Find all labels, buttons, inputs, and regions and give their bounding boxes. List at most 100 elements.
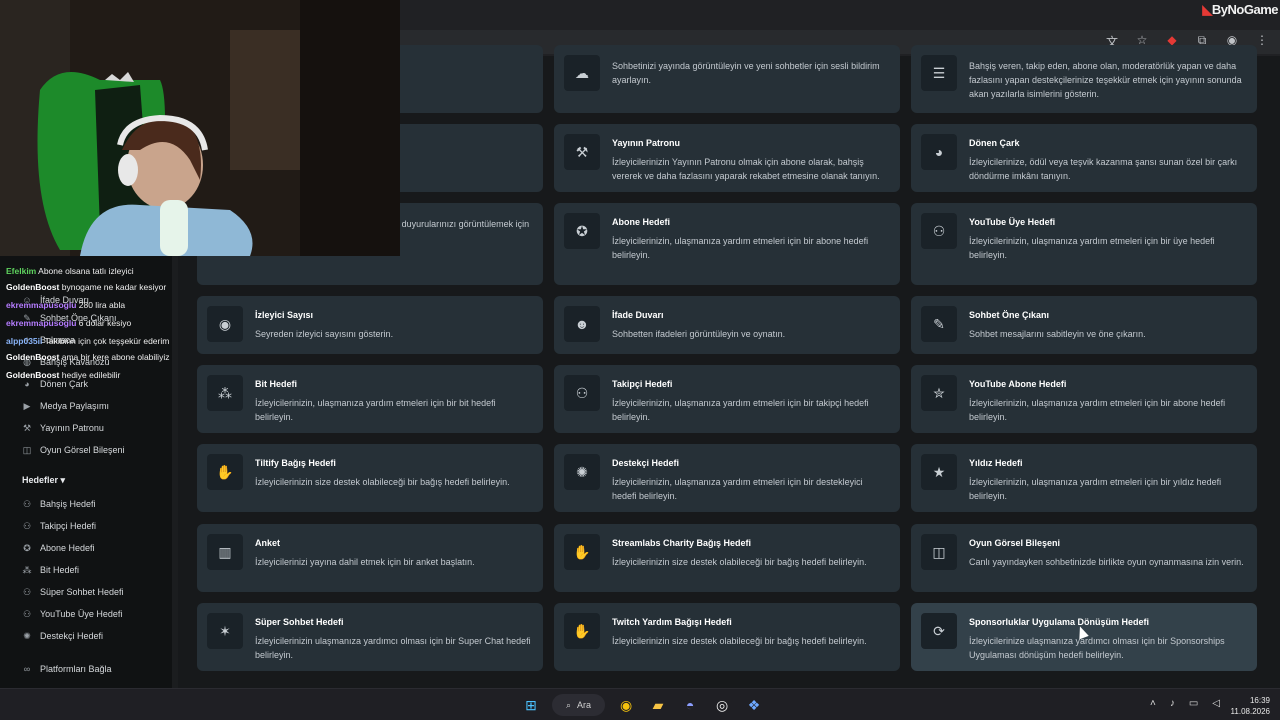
widget-card[interactable]: ✋ Twitch Yardım Bağışı Hedefi İzleyicileri… — [554, 603, 900, 671]
member-icon: ⚇ — [22, 609, 32, 619]
chat-username: GoldenBoost — [6, 352, 60, 362]
widget-card[interactable]: ✋ Tiltify Bağış Hedefi İzleyicilerinizin s… — [197, 444, 543, 512]
bits-icon: ⁂ — [22, 565, 32, 575]
superchat-icon: ⚇ — [22, 587, 32, 597]
widget-card[interactable]: ✮ YouTube Abone Hedefi İzleyicilerinizin, … — [911, 365, 1257, 433]
chat-message: GoldenBoost hediye edilebilir — [6, 370, 120, 380]
network-icon[interactable]: ▭ — [1189, 698, 1198, 709]
widget-card[interactable]: ⁂ Bit Hedefi İzleyicilerinizin, ulaşmanıza… — [197, 365, 543, 433]
hammer-icon: ⚒ — [564, 134, 600, 170]
emoji-icon: ☻ — [564, 306, 600, 342]
widget-card-title: YouTube Abone Hedefi — [969, 379, 1067, 389]
taskbar-apps: ⊞ ⌕ Ara ◉ ▰ ◓ ◎ ❖ — [520, 694, 765, 716]
sync-icon: ⟳ — [921, 613, 957, 649]
widget-card-title: İfade Duvarı — [612, 310, 664, 320]
sidebar-section-goals[interactable]: Hedefler ▾ — [22, 475, 65, 486]
widget-card-title: Takipçi Hedefi — [612, 379, 673, 389]
chat-text: Abone olsana tatlı izleyici — [38, 266, 134, 276]
sidebar-item-stream-boss[interactable]: ⚒ Yayının Patronu — [22, 423, 104, 433]
webcam-feed-image — [0, 0, 400, 256]
widget-card-title: Bit Hedefi — [255, 379, 298, 389]
chrome-icon[interactable]: ◉ — [615, 694, 637, 716]
chat-username: ekremmapusoglu — [6, 300, 77, 310]
chat-message: alpp035ii Takibinn için çok teşşekür ede… — [6, 336, 169, 346]
sidebar-item-game-widget[interactable]: ◫ Oyun Görsel Bileşeni — [22, 445, 125, 455]
discord-icon[interactable]: ◓ — [679, 694, 701, 716]
charity-icon: ✋ — [564, 534, 600, 570]
widget-card-description: İzleyicilerinizin, ulaşmanıza yardım etm… — [612, 398, 869, 422]
widget-card-description: İzleyicilerinizin ulaşmanıza yardımcı ol… — [255, 636, 531, 660]
widget-card-title: Tiltify Bağış Hedefi — [255, 458, 336, 468]
widget-card-description: İzleyicilerinizin Yayının Patronu olmak … — [612, 157, 880, 181]
volume-icon[interactable]: ◁ — [1212, 698, 1220, 709]
windows-icon[interactable]: ⊞ — [520, 694, 542, 716]
widget-card-description: Bahşiş veren, takip eden, abone olan, mo… — [969, 61, 1242, 99]
subscribe-icon: ✪ — [23, 543, 31, 553]
widget-card-description: İzleyicilerinizin size destek olabileceğ… — [612, 636, 867, 646]
widget-card-description: İzleyicilerinizin, ulaşmanıza yardım etm… — [969, 398, 1226, 422]
widget-card-title: Dönen Çark — [969, 138, 1020, 148]
sidebar-item-follower-goal[interactable]: ⚇ Takipçi Hedefi — [22, 521, 96, 531]
gamepad-icon: ◫ — [22, 445, 32, 455]
sidebar-item-superchat-goal[interactable]: ⚇ Süper Sohbet Hedefi — [22, 587, 124, 597]
wheel-icon: ◕ — [921, 134, 957, 170]
obs-icon[interactable]: ◎ — [711, 694, 733, 716]
charity-icon: ✋ — [207, 454, 243, 490]
widget-card[interactable]: ★ Yıldız Hedefi İzleyicilerinizin, ulaşman… — [911, 444, 1257, 512]
widget-card[interactable]: ◫ Oyun Görsel Bileşeni Canlı yayındayken s… — [911, 524, 1257, 592]
widget-card-title: Yıldız Hedefi — [969, 458, 1023, 468]
sidebar-item-connect-platforms[interactable]: ∞ Platformları Bağla — [22, 664, 112, 674]
sidebar-item-spin-wheel[interactable]: ◕ Dönen Çark — [22, 379, 88, 389]
pin-icon: ✎ — [921, 306, 957, 342]
member-icon: ⚇ — [921, 213, 957, 249]
youtube-sub-icon: ✮ — [921, 375, 957, 411]
widget-card-description: İzleyicilerinizin, ulaşmanıza yardım etm… — [612, 477, 863, 501]
link-icon: ∞ — [23, 664, 31, 674]
app-icon[interactable]: ❖ — [743, 694, 765, 716]
widget-card[interactable]: ⚒ Yayının Patronu İzleyicilerinizin Yayını… — [554, 124, 900, 192]
widget-card-description: İzleyicilerinizin size destek olabileceğ… — [255, 477, 510, 487]
sidebar-item-tip-goal[interactable]: ⚇ Bahşiş Hedefi — [22, 499, 96, 509]
people-icon: ⚇ — [22, 499, 32, 509]
microphone-icon[interactable]: ♪ — [1170, 698, 1175, 709]
widget-card[interactable]: ◕ Dönen Çark İzleyicilerinize, ödül veya t… — [911, 124, 1257, 192]
widget-card[interactable]: ☰ Bahşiş veren, takip eden, abone olan, m… — [911, 45, 1257, 113]
widget-card[interactable]: ✺ Destekçi Hedefi İzleyicilerinizin, ulaşm… — [554, 444, 900, 512]
widget-card[interactable]: ✎ Sohbet Öne Çıkanı Sohbet mesajlarını sab… — [911, 296, 1257, 354]
widget-card-title: Oyun Görsel Bileşeni — [969, 538, 1061, 548]
chat-text: 6 dolar kesiyo — [78, 318, 132, 328]
widget-card-description: İzleyicilerinizin, ulaşmanıza yardım etm… — [969, 236, 1215, 260]
chevron-up-icon[interactable]: ˄ — [1150, 698, 1156, 709]
sidebar-item-yt-member-goal[interactable]: ⚇ YouTube Üye Hedefi — [22, 609, 122, 619]
widget-card-description: İzleyicilerinize, ödül veya teşvik kazan… — [969, 157, 1238, 181]
bits-icon: ⁂ — [207, 375, 243, 411]
widget-card[interactable]: ✋ Streamlabs Charity Bağış Hedefi İzleyici… — [554, 524, 900, 592]
widget-card[interactable]: ▥ Anket İzleyicilerinizi yayına dahil etme… — [197, 524, 543, 592]
chat-message: GoldenBoost bynogame ne kadar kesiyor — [6, 282, 166, 292]
widget-card[interactable]: ✶ Süper Sohbet Hedefi İzleyicilerinizin ul… — [197, 603, 543, 671]
chat-text: Takibinn için çok teşşekür ederim — [44, 336, 170, 346]
taskbar-search[interactable]: ⌕ Ara — [552, 694, 606, 716]
supporter-icon: ✺ — [564, 454, 600, 490]
sidebar-item-media-share[interactable]: ▶ Medya Paylaşımı — [22, 401, 110, 411]
clock[interactable]: 16:39 11.08.2026 — [1231, 695, 1270, 717]
chat-text: ama bir kere abone olabiliyiz — [61, 352, 170, 362]
sidebar-item-sub-goal[interactable]: ✪ Abone Hedefi — [22, 543, 94, 553]
widget-card[interactable]: ☁ Sohbetinizi yayında görüntüleyin ve yen… — [554, 45, 900, 113]
chat-username: Efelkim — [6, 266, 37, 276]
widget-card-description: İzleyicilerinizi yayına dahil etmek için… — [255, 557, 475, 567]
widget-card-description: İzleyicilerinizin, ulaşmanıza yardım etm… — [255, 398, 496, 422]
widget-card[interactable]: ⚇ Takipçi Hedefi İzleyicilerinizin, ulaşma… — [554, 365, 900, 433]
system-tray: ˄ ♪ ▭ ◁ — [1150, 698, 1220, 709]
widget-card[interactable]: ◉ İzleyici Sayısı Seyreden izleyici sayısı… — [197, 296, 543, 354]
widget-card[interactable]: ✪ Abone Hedefi İzleyicilerinizin, ulaşmanı… — [554, 203, 900, 285]
widget-card[interactable]: ☻ İfade Duvarı Sohbetten ifadeleri görüntü… — [554, 296, 900, 354]
sidebar-item-bit-goal[interactable]: ⁂ Bit Hedefi — [22, 565, 80, 575]
widget-card-title: Streamlabs Charity Bağış Hedefi — [612, 538, 752, 548]
widget-card[interactable]: ⚇ YouTube Üye Hedefi İzleyicilerinizin, ul… — [911, 203, 1257, 285]
widget-card-title: Süper Sohbet Hedefi — [255, 617, 344, 627]
sidebar-item-supporter-goal[interactable]: ✺ Destekçi Hedefi — [22, 631, 103, 641]
chevron-down-icon: ▾ — [60, 475, 66, 485]
poll-icon: ▥ — [207, 534, 243, 570]
folder-icon[interactable]: ▰ — [647, 694, 669, 716]
